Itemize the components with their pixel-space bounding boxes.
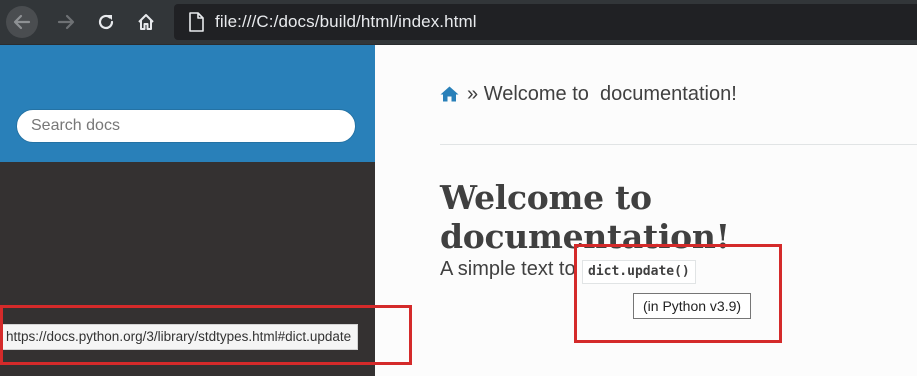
address-bar[interactable]: file:///C:/docs/build/html/index.html: [174, 4, 917, 40]
reload-icon: [98, 14, 114, 30]
back-button[interactable]: [6, 6, 38, 38]
page-title: Welcome to documentation!: [440, 178, 730, 256]
dict-update-link[interactable]: dict.update(): [582, 260, 696, 284]
search-input[interactable]: [31, 110, 331, 142]
status-bar-url: https://docs.python.org/3/library/stdtyp…: [0, 324, 359, 350]
back-arrow-icon: [13, 14, 31, 30]
forward-arrow-icon: [57, 14, 75, 30]
forward-button[interactable]: [50, 6, 82, 38]
divider: [440, 144, 917, 145]
search-box[interactable]: [16, 109, 356, 143]
breadcrumb: » Welcome to documentation!: [440, 83, 737, 106]
sidebar-header: [0, 45, 375, 162]
home-icon: [138, 14, 154, 30]
reload-button[interactable]: [90, 6, 122, 38]
body-text: A simple text to: [440, 258, 576, 280]
browser-toolbar: file:///C:/docs/build/html/index.html: [0, 0, 917, 45]
breadcrumb-separator: »: [467, 83, 479, 105]
page-icon: [189, 12, 204, 32]
url-text: file:///C:/docs/build/html/index.html: [215, 12, 477, 31]
link-tooltip: (in Python v3.9): [633, 293, 752, 319]
breadcrumb-home-icon[interactable]: [440, 86, 459, 102]
breadcrumb-current: Welcome to documentation!: [483, 83, 737, 105]
home-button[interactable]: [130, 6, 162, 38]
